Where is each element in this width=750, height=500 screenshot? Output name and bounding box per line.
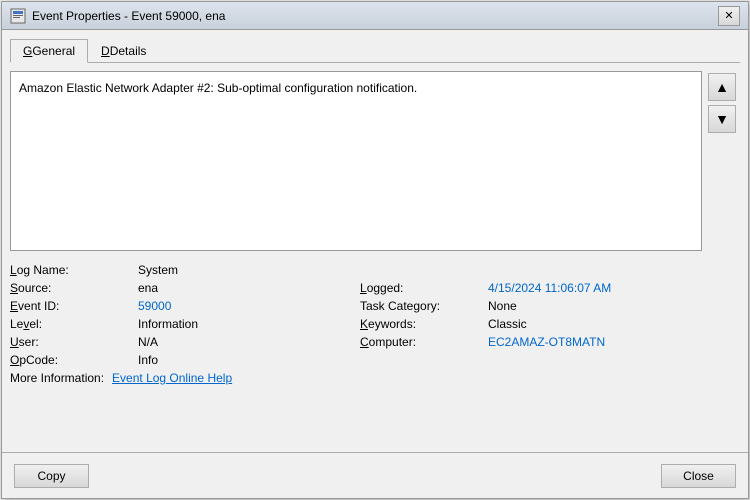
computer-label: Computer: <box>360 335 480 349</box>
more-info-label: More Information: <box>10 371 104 385</box>
left-panel: Amazon Elastic Network Adapter #2: Sub-o… <box>10 71 702 444</box>
event-id-value: 59000 <box>138 299 352 313</box>
logged-label: Logged: <box>360 281 480 295</box>
event-id-label: Event ID: <box>10 299 130 313</box>
tab-details-label: DDetails <box>101 44 146 58</box>
user-label: User: <box>10 335 130 349</box>
tab-general-label: GGeneral <box>23 44 75 58</box>
scroll-up-button[interactable]: ▲ <box>708 73 736 101</box>
message-box[interactable]: Amazon Elastic Network Adapter #2: Sub-o… <box>10 71 702 251</box>
source-label: Source: <box>10 281 130 295</box>
message-text: Amazon Elastic Network Adapter #2: Sub-o… <box>19 81 417 95</box>
tab-general[interactable]: GGeneral <box>10 39 88 63</box>
right-panel: ▲ ▼ <box>708 71 740 444</box>
source-value: ena <box>138 281 352 295</box>
title-bar: Event Properties - Event 59000, ena ✕ <box>2 2 748 30</box>
event-properties-window: Event Properties - Event 59000, ena ✕ GG… <box>1 1 749 499</box>
scroll-down-button[interactable]: ▼ <box>708 105 736 133</box>
close-button[interactable]: Close <box>661 464 736 488</box>
user-value: N/A <box>138 335 352 349</box>
info-grid: Log Name: System Source: ena Logged: 4/1… <box>10 263 702 367</box>
log-name-label: Log Name: <box>10 263 130 277</box>
close-title-button[interactable]: ✕ <box>718 6 740 26</box>
opcode-value: Info <box>138 353 352 367</box>
title-bar-text: Event Properties - Event 59000, ena <box>32 9 718 23</box>
task-category-value: None <box>488 299 702 313</box>
event-icon <box>10 8 26 24</box>
keywords-value: Classic <box>488 317 702 331</box>
level-value: Information <box>138 317 352 331</box>
event-log-online-help-link[interactable]: Event Log Online Help <box>112 371 232 385</box>
bottom-bar: Copy Close <box>2 452 748 498</box>
opcode-label: OpCode: <box>10 353 130 367</box>
main-area: Amazon Elastic Network Adapter #2: Sub-o… <box>10 71 740 444</box>
keywords-label: Keywords: <box>360 317 480 331</box>
task-category-label: Task Category: <box>360 299 480 313</box>
content-area: GGeneral DDetails Amazon Elastic Network… <box>2 30 748 452</box>
computer-value: EC2AMAZ-OT8MATN <box>488 335 702 349</box>
level-label: Level: <box>10 317 130 331</box>
copy-button[interactable]: Copy <box>14 464 89 488</box>
tab-details[interactable]: DDetails <box>88 39 159 63</box>
more-info-row: More Information: Event Log Online Help <box>10 371 702 385</box>
log-name-value: System <box>138 263 352 277</box>
tab-bar: GGeneral DDetails <box>10 38 740 63</box>
logged-value: 4/15/2024 11:06:07 AM <box>488 281 702 295</box>
